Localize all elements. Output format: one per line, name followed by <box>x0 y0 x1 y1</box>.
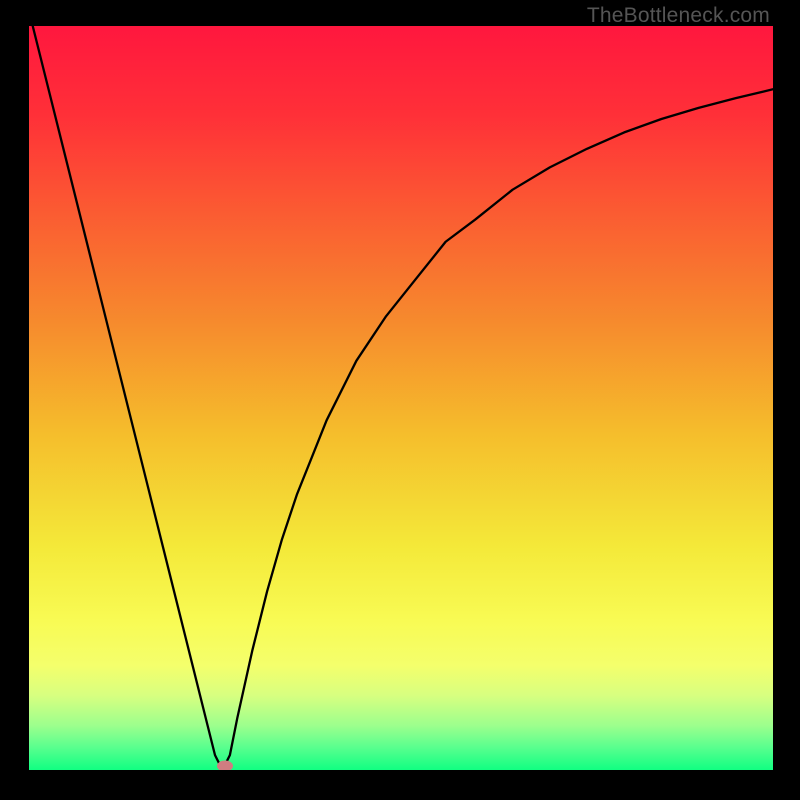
chart-outer: TheBottleneck.com <box>0 0 800 800</box>
watermark-text: TheBottleneck.com <box>587 4 770 28</box>
minimum-marker <box>217 761 233 770</box>
curve-line <box>29 26 773 770</box>
plot-area <box>29 26 773 770</box>
